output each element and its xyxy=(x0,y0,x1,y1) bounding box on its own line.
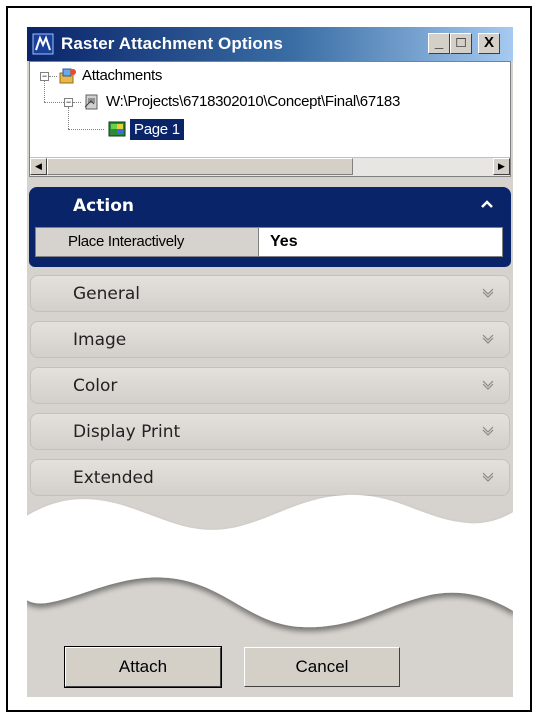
raster-attachment-dialog: Raster Attachment Options _ □ X − Attach… xyxy=(27,27,513,697)
attach-button[interactable]: Attach xyxy=(64,646,222,688)
torn-edge-break xyxy=(27,494,513,628)
cancel-button[interactable]: Cancel xyxy=(244,647,400,687)
